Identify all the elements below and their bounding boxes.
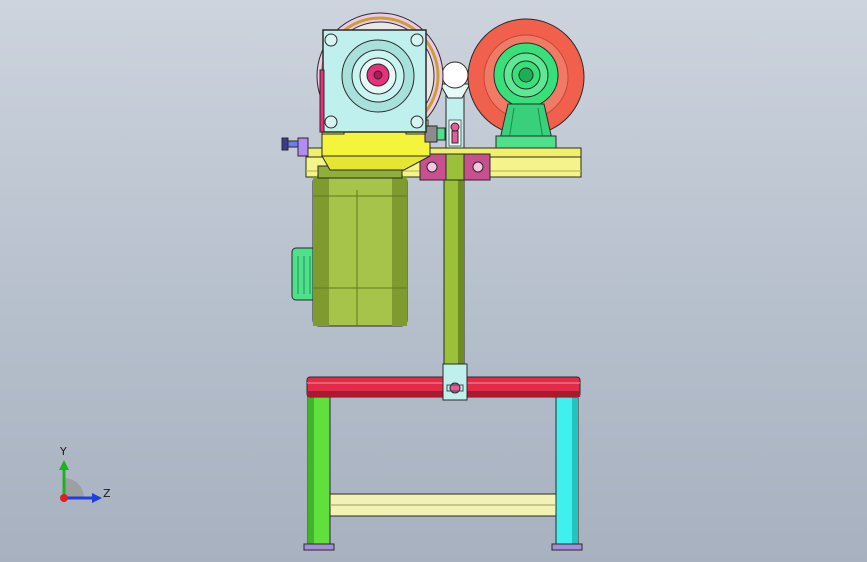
grinding-wheel-assembly (467, 18, 585, 149)
face-bolt (410, 115, 424, 129)
face-bolt (324, 33, 338, 47)
left-leg-shade (308, 396, 314, 546)
drive-motor (291, 165, 408, 327)
face-bolt (410, 33, 424, 47)
x-axis-dot (60, 494, 68, 502)
face-bolt (324, 115, 338, 129)
cad-viewport[interactable]: Y Z (0, 0, 867, 562)
gearbox-assembly (316, 12, 446, 171)
z-axis-label: Z (103, 487, 111, 500)
right-leg-shade (572, 396, 578, 546)
guide-roller (441, 61, 469, 89)
right-foot (551, 543, 583, 551)
support-column (439, 61, 471, 401)
stand-assembly (303, 376, 583, 551)
left-foot (303, 543, 335, 551)
y-axis-label: Y (59, 445, 67, 458)
column-base-clamp (442, 363, 468, 401)
axis-triad: Y Z (59, 445, 111, 503)
